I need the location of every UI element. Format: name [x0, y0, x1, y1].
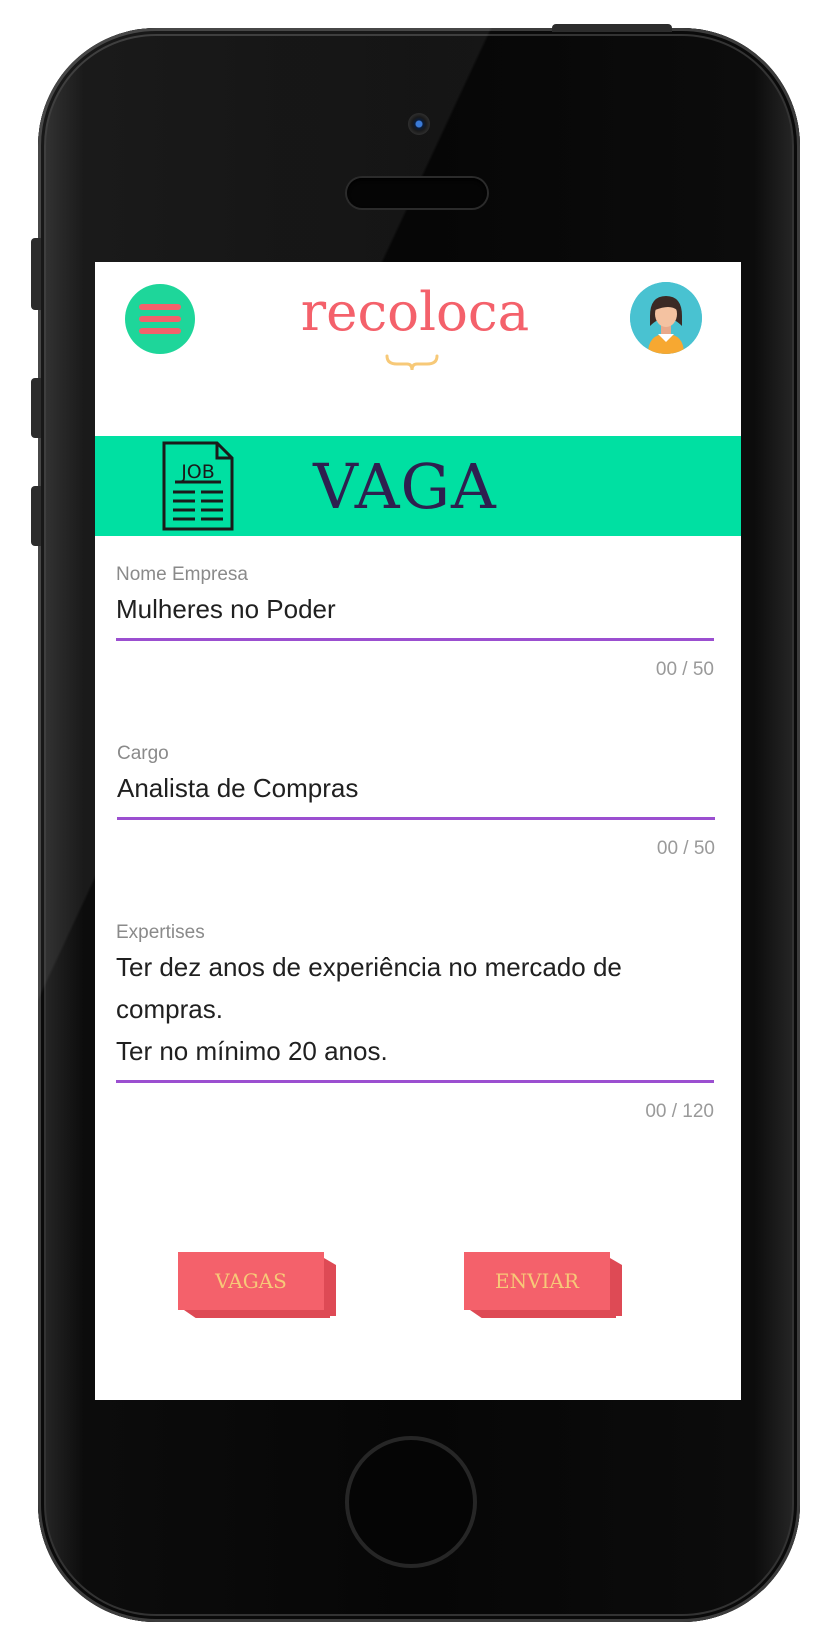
role-field[interactable]: Cargo Analista de Compras 00 / 50	[117, 743, 715, 860]
menu-icon-bar	[139, 316, 181, 322]
page-title: VAGA	[313, 450, 497, 523]
expertise-counter: 00 / 120	[645, 1101, 714, 1122]
mute-switch	[31, 238, 41, 310]
role-underline	[117, 817, 715, 820]
job-icon-text: JOB	[180, 461, 215, 483]
expertise-label: Expertises	[116, 922, 205, 943]
button-shadow	[324, 1258, 336, 1316]
company-name-label: Nome Empresa	[116, 564, 248, 585]
button-shadow	[470, 1310, 616, 1318]
woman-avatar-icon	[630, 282, 702, 354]
role-counter: 00 / 50	[656, 838, 715, 859]
job-document-icon: JOB	[162, 441, 234, 531]
button-shadow	[610, 1258, 622, 1316]
section-banner: JOB VAGA	[95, 436, 741, 536]
menu-icon-bar	[139, 328, 181, 334]
company-name-underline	[116, 638, 714, 641]
expertise-field[interactable]: Expertises Ter dez anos de experiência n…	[116, 922, 714, 1123]
vagas-button-label: VAGAS	[178, 1252, 324, 1310]
enviar-button[interactable]: ENVIAR	[464, 1252, 622, 1318]
power-button	[552, 24, 672, 32]
role-input[interactable]: Analista de Compras	[117, 767, 715, 809]
front-camera	[408, 113, 430, 135]
home-button[interactable]	[345, 1436, 477, 1568]
company-name-field[interactable]: Nome Empresa Mulheres no Poder 00 / 50	[116, 564, 714, 681]
user-avatar[interactable]	[630, 282, 702, 354]
volume-up-button	[31, 378, 41, 438]
enviar-button-label: ENVIAR	[464, 1252, 610, 1310]
hamburger-menu-button[interactable]	[125, 284, 195, 354]
company-name-counter: 00 / 50	[655, 659, 714, 680]
app-screen: recoloca JOB VAGA Nome Empresa Mulheres …	[95, 262, 741, 1400]
expertise-textarea[interactable]: Ter dez anos de experiência no mercado d…	[116, 946, 676, 1072]
role-label: Cargo	[117, 743, 169, 764]
menu-icon-bar	[139, 304, 181, 310]
earpiece-speaker	[347, 178, 487, 208]
logo-brace-icon	[385, 354, 439, 371]
expertise-underline	[116, 1080, 714, 1083]
volume-down-button	[31, 486, 41, 546]
vagas-button[interactable]: VAGAS	[178, 1252, 336, 1318]
button-shadow	[184, 1310, 330, 1318]
company-name-input[interactable]: Mulheres no Poder	[116, 588, 714, 630]
app-logo: recoloca	[300, 282, 530, 343]
